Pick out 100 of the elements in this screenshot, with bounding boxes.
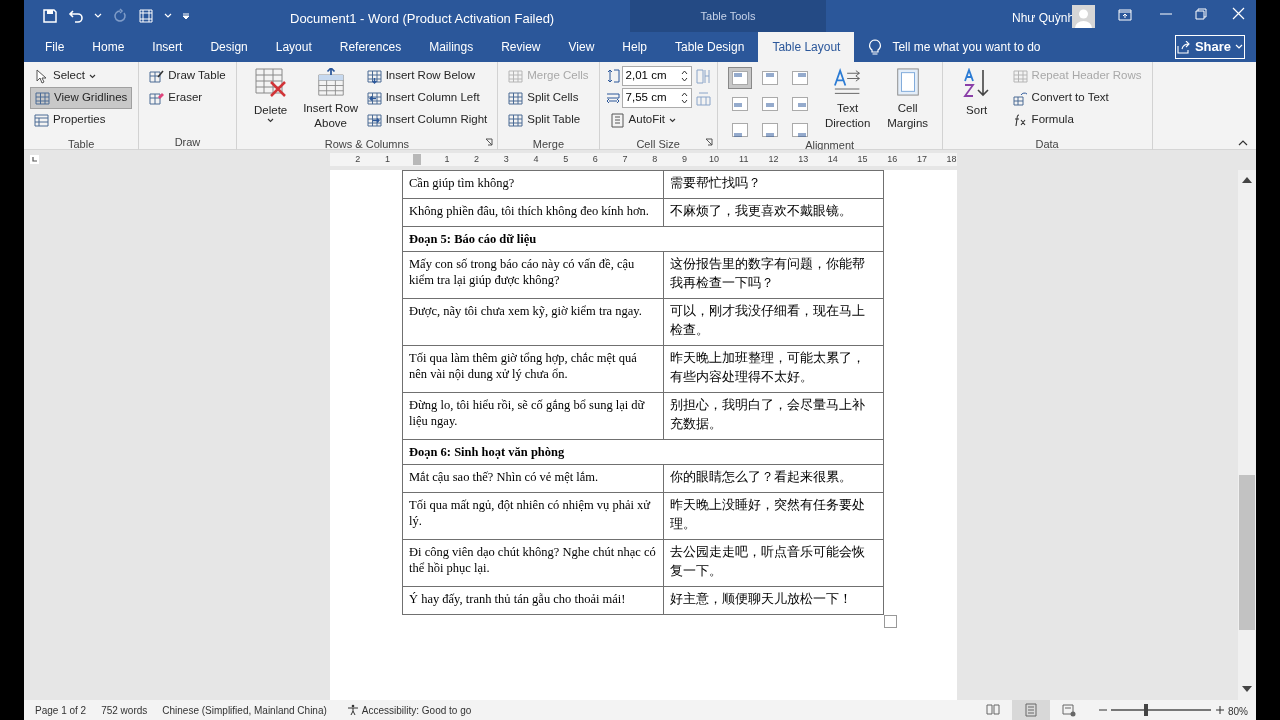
ribbon-tab[interactable]: References [325, 32, 416, 62]
group-label: Merge [532, 137, 564, 152]
share-icon [1176, 40, 1191, 54]
dialog-launcher-icon[interactable] [485, 138, 494, 146]
align-icon [791, 123, 808, 137]
ribbon-button[interactable]: Convert to Text [1008, 87, 1146, 109]
distribute-columns-icon[interactable] [695, 90, 711, 106]
pencil-table-icon [149, 68, 165, 84]
ruler-number: 1 [443, 152, 451, 166]
ribbon-button[interactable]: Text Direction [819, 65, 876, 131]
vertical-scrollbar[interactable] [1238, 170, 1256, 700]
ruler-number: 2 [473, 152, 481, 166]
undo-icon[interactable] [68, 8, 84, 24]
ribbon-button[interactable]: Eraser [145, 87, 230, 109]
ribbon-tab[interactable]: File [31, 32, 79, 62]
dialog-launcher-icon[interactable] [704, 138, 713, 146]
share-button[interactable]: Share [1175, 35, 1245, 59]
caret-icon[interactable] [164, 13, 172, 19]
ribbon-tab[interactable]: Table Layout [758, 32, 855, 62]
table-icon[interactable] [138, 8, 154, 24]
align-icon [731, 71, 748, 85]
lightbulb-icon[interactable] [868, 38, 883, 56]
convert-icon [1012, 90, 1028, 106]
restore-icon[interactable] [1195, 8, 1207, 20]
ruler-number: 9 [680, 152, 688, 166]
ribbon-button[interactable]: Insert Row Above [302, 65, 359, 131]
caret-icon [1235, 44, 1244, 50]
avatar-icon[interactable] [1072, 5, 1095, 28]
ribbon-button[interactable]: AutoFit [605, 109, 692, 131]
zoom-slider[interactable] [1109, 704, 1213, 716]
view-button[interactable] [1012, 700, 1050, 720]
align-icon [761, 97, 778, 111]
table-icon [35, 90, 50, 106]
ribbon-tab[interactable]: Table Design [661, 32, 759, 62]
ribbon-button[interactable]: View Gridlines [30, 87, 133, 109]
accessibility-status[interactable]: Accessibility: Good to go [361, 702, 472, 718]
page-count[interactable]: Page 1 of 2 [35, 702, 87, 718]
save-icon[interactable] [42, 8, 58, 24]
ribbon-tab[interactable]: Layout [261, 32, 326, 62]
ruler-number: 8 [651, 152, 659, 166]
word-count[interactable]: 752 words [101, 702, 148, 718]
redo-icon[interactable] [112, 8, 128, 24]
table-cell: Đi công viên dạo chút không? Nghe chút nhạc có thể hồi phục lại. [409, 544, 657, 576]
ribbon-button[interactable]: Formula [1008, 109, 1146, 131]
spin-field[interactable]: 7,55 cm [621, 88, 692, 108]
ribbon-button[interactable]: Cell Margins [879, 65, 936, 131]
zoom-slider-thumb[interactable] [1144, 704, 1148, 716]
group-label: Draw [174, 134, 201, 150]
table-resize-handle[interactable] [884, 615, 897, 628]
table-cell-text: 你的眼睛怎么了？看起来很累。 [670, 469, 853, 486]
tab-selector-icon[interactable] [30, 155, 39, 164]
table-cell-text: Không phiền đâu, tôi thích không đeo kính hơn. [409, 203, 650, 219]
margin-marker[interactable] [413, 154, 422, 165]
language-indicator[interactable]: Chinese (Simplified, Mainland China) [162, 702, 327, 718]
ribbon-button[interactable]: Properties [30, 109, 133, 131]
ribbon-button[interactable]: Sort [948, 65, 1005, 131]
spin-field[interactable]: 2,01 cm [621, 66, 692, 86]
ruler-number: 3 [502, 152, 510, 166]
scroll-down-icon[interactable] [1242, 686, 1252, 692]
ribbon-button[interactable]: Select [30, 65, 133, 87]
ribbon-button[interactable]: Insert Column Right [362, 109, 492, 131]
ruler[interactable]: 2 1 1 2 3 4 5 6 7 8 9 10 11 12 13 14 15 16 17 18 [330, 153, 957, 166]
scrollbar-thumb[interactable] [1239, 475, 1255, 630]
table-cell-text: 去公园走走吧，听点音乐可能会恢复一下。 [670, 544, 866, 580]
align-icon [731, 123, 748, 137]
ribbon-tab[interactable]: Home [78, 32, 139, 62]
distribute-rows-icon[interactable] [695, 68, 711, 84]
collapse-ribbon-icon[interactable] [1238, 140, 1248, 146]
align-button[interactable] [727, 67, 752, 89]
ribbon-tab[interactable]: View [554, 32, 609, 62]
tell-me-field[interactable]: Tell me what you want to do [892, 38, 1041, 56]
ribbon-tab[interactable]: Mailings [415, 32, 488, 62]
zoom-level[interactable]: 80% [1228, 704, 1248, 719]
table-cell-text: 需要帮忙找吗？ [670, 175, 762, 192]
customize-icon[interactable] [182, 12, 190, 20]
table-icon [366, 90, 382, 106]
table-cell-text: Được, nãy tôi chưa xem kỹ, giờ kiểm tra ngay. [409, 303, 643, 319]
ribbon-tab[interactable]: Insert [138, 32, 197, 62]
ribbon-button[interactable]: Split Table [504, 109, 593, 131]
ribbon-button[interactable]: Delete [242, 65, 299, 131]
ribbon-tab[interactable]: Design [196, 32, 262, 62]
scroll-up-icon[interactable] [1242, 177, 1252, 183]
caret-icon[interactable] [94, 13, 102, 19]
ribbon-button[interactable]: Split Cells [504, 87, 593, 109]
table-icon [508, 90, 524, 106]
delete-table-icon [254, 68, 287, 98]
close-icon[interactable] [1232, 7, 1245, 20]
ribbon-button[interactable]: Insert Column Left [362, 87, 492, 109]
table-icon [508, 112, 524, 128]
context-label: Table Tools [700, 8, 756, 24]
formula-icon [1012, 112, 1028, 128]
table-cell-text: 不麻烦了，我更喜欢不戴眼镜。 [670, 203, 853, 220]
ribbon-tab[interactable]: Review [487, 32, 555, 62]
window-title: Document1 - Word (Product Activation Failed) [290, 10, 555, 28]
accessibility-icon[interactable] [346, 704, 359, 716]
ribbon-display-icon[interactable] [1118, 9, 1132, 21]
ribbon-tab[interactable]: Help [608, 32, 661, 62]
zoom-in-icon[interactable] [1216, 706, 1224, 714]
ribbon-button[interactable]: Draw Table [145, 65, 230, 87]
ribbon-button[interactable]: Insert Row Below [362, 65, 492, 87]
